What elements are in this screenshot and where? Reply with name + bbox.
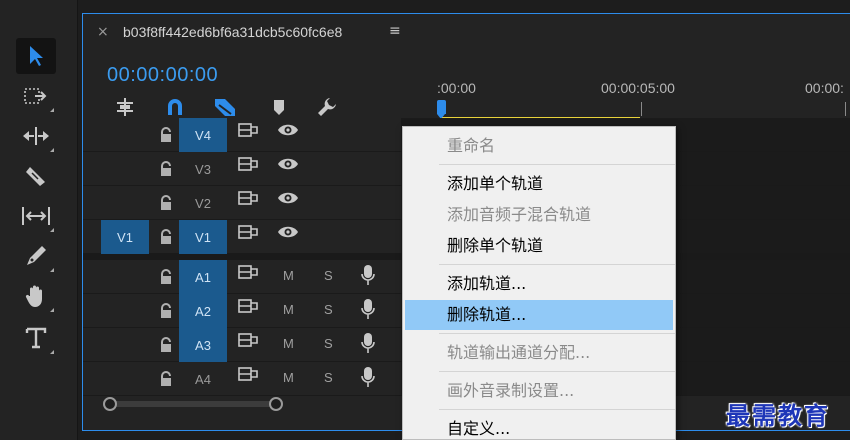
eye-icon[interactable] [277,224,299,240]
menu-separator [439,371,675,372]
slip-tool-icon[interactable] [16,198,56,234]
sync-lock-icon[interactable] [238,366,258,382]
eye-icon[interactable] [277,122,299,138]
close-icon[interactable]: × [97,24,109,40]
source-patch-v1[interactable]: V1 [101,220,149,254]
ruler-label: 00:00: [805,80,844,96]
microphone-icon[interactable] [361,366,375,388]
lock-icon[interactable] [159,337,173,353]
sync-lock-icon[interactable] [238,332,258,348]
menu-item-rename[interactable]: 重命名 [403,131,675,161]
menu-item-add-audio-submix-track[interactable]: 添加音频子混合轨道 [403,200,675,230]
ripple-edit-tool-icon[interactable] [16,118,56,154]
track-target-a1[interactable]: A1 [179,260,227,294]
nest-sequence-icon[interactable] [113,96,137,118]
lock-icon[interactable] [159,269,173,285]
ruler-tick [641,102,642,116]
hand-tool-icon[interactable] [16,278,56,314]
track-target-a3[interactable]: A3 [179,328,227,362]
pen-tool-icon[interactable] [16,238,56,274]
scroll-track[interactable] [109,401,277,407]
add-marker-icon[interactable] [267,96,291,118]
track-target-v3[interactable]: V3 [179,152,227,186]
solo-button[interactable]: S [324,268,333,283]
ruler-label: 00:00:05:00 [601,80,675,96]
scroll-handle-left[interactable] [103,397,117,411]
menu-separator [439,164,675,165]
microphone-icon[interactable] [361,264,375,286]
lock-icon[interactable] [159,303,173,319]
type-tool-icon[interactable] [16,320,56,356]
linked-selection-icon[interactable] [213,96,237,118]
lock-icon[interactable] [159,195,173,211]
track-target-v2[interactable]: V2 [179,186,227,220]
lock-icon[interactable] [159,161,173,177]
solo-button[interactable]: S [324,302,333,317]
sync-lock-icon[interactable] [238,298,258,314]
playhead-timecode[interactable]: 00:00:00:00 [107,64,218,87]
panel-menu-icon[interactable]: ≡ [389,23,401,39]
track-select-tool-icon[interactable] [16,78,56,114]
scroll-handle-right[interactable] [269,397,283,411]
sync-lock-icon[interactable] [238,190,258,206]
zoom-scroll-bar[interactable] [101,395,283,413]
timeline-settings-wrench-icon[interactable] [315,96,339,118]
lock-icon[interactable] [159,229,173,245]
track-target-a4[interactable]: A4 [179,362,227,396]
solo-button[interactable]: S [324,336,333,351]
snap-icon[interactable] [163,96,187,118]
menu-item-customize[interactable]: 自定义... [403,414,675,440]
eye-icon[interactable] [277,156,299,172]
track-target-v4[interactable]: V4 [179,118,227,152]
playhead-handle[interactable] [437,100,446,119]
ruler-tick [845,102,846,116]
mute-button[interactable]: M [283,268,294,283]
mute-button[interactable]: M [283,370,294,385]
tools-panel [0,0,78,440]
menu-item-add-single-track[interactable]: 添加单个轨道 [403,169,675,199]
sync-lock-icon[interactable] [238,264,258,280]
mute-button[interactable]: M [283,302,294,317]
sync-lock-icon[interactable] [238,224,258,240]
watermark: 最需教育 [726,401,830,430]
timeline-header: × b03f8ff442ed6bf6a31dcb5c60fc6e8 ≡ [83,14,850,50]
razor-tool-icon[interactable] [16,158,56,194]
track-target-a2[interactable]: A2 [179,294,227,328]
menu-separator [439,264,675,265]
ruler-label: :00:00 [437,80,476,96]
lock-icon[interactable] [159,127,173,143]
eye-icon[interactable] [277,190,299,206]
menu-item-voice-over-record-settings[interactable]: 画外音录制设置... [403,376,675,406]
menu-item-track-output-channel-mapping[interactable]: 轨道输出通道分配... [403,338,675,368]
menu-separator [439,333,675,334]
track-context-menu: 重命名 添加单个轨道 添加音频子混合轨道 删除单个轨道 添加轨道... 删除轨道… [402,126,676,440]
time-ruler[interactable]: :00:00 00:00:05:00 00:00: [437,76,850,124]
solo-button[interactable]: S [324,370,333,385]
track-target-v1[interactable]: V1 [179,220,227,254]
menu-item-delete-tracks[interactable]: 删除轨道... [405,300,673,330]
microphone-icon[interactable] [361,332,375,354]
selection-tool-icon[interactable] [16,38,56,74]
lock-icon[interactable] [159,371,173,387]
menu-item-add-tracks[interactable]: 添加轨道... [403,269,675,299]
menu-item-delete-single-track[interactable]: 删除单个轨道 [403,231,675,261]
sync-lock-icon[interactable] [238,122,258,138]
microphone-icon[interactable] [361,298,375,320]
menu-separator [439,409,675,410]
sync-lock-icon[interactable] [238,156,258,172]
mute-button[interactable]: M [283,336,294,351]
sequence-tab-title[interactable]: b03f8ff442ed6bf6a31dcb5c60fc6e8 [123,24,342,40]
